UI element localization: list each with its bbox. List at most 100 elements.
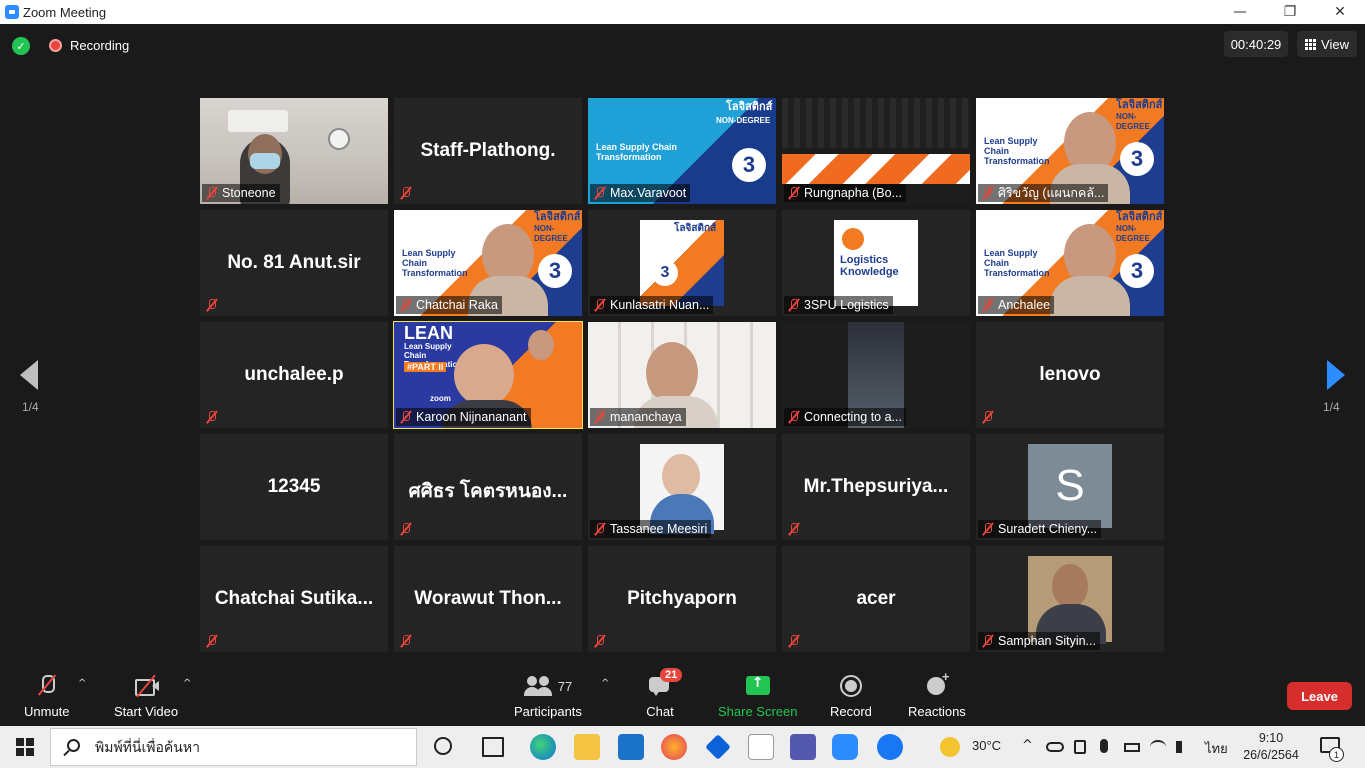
cortana-circle-icon[interactable]	[434, 737, 452, 755]
taskbar-search-input[interactable]	[95, 738, 395, 758]
meeting-timer: 00:40:29	[1224, 31, 1288, 57]
participant-tile[interactable]: Samphan Sityin...	[976, 546, 1164, 652]
teams-icon[interactable]	[790, 734, 816, 760]
muted-mic-icon	[206, 410, 218, 424]
dropbox-icon[interactable]	[705, 734, 731, 760]
window-title: Zoom Meeting	[23, 4, 107, 20]
muted-mic-icon	[400, 634, 412, 648]
participant-tile[interactable]: lenovo	[976, 322, 1164, 428]
participant-mute-status	[202, 632, 222, 650]
encryption-shield-icon[interactable]: ✓	[12, 37, 30, 55]
share-screen-button[interactable]: Share Screen	[718, 674, 798, 719]
participant-tile[interactable]: No. 81 Anut.sir	[200, 210, 388, 316]
participant-tile[interactable]: Worawut Thon...	[394, 546, 582, 652]
participant-tile[interactable]: Logistics Knowledge 3SPU Logistics	[782, 210, 970, 316]
participant-tile[interactable]: unchalee.p	[200, 322, 388, 428]
participant-display-name: ศศิธร โคตรหนอง...	[408, 481, 568, 502]
participant-mute-status	[784, 632, 804, 650]
muted-mic-icon	[400, 298, 412, 312]
input-language[interactable]: ไทย	[1205, 738, 1228, 759]
participants-button[interactable]: 77 Participants	[514, 674, 582, 719]
wifi-icon[interactable]	[1150, 740, 1166, 754]
file-explorer-icon[interactable]	[574, 734, 600, 760]
participant-tile[interactable]: Pitchyaporn	[588, 546, 776, 652]
muted-mic-icon	[594, 410, 606, 424]
participant-tile[interactable]: Mr.Thepsuriya...	[782, 434, 970, 540]
firefox-icon[interactable]	[661, 734, 687, 760]
maximize-button[interactable]: ❐	[1265, 0, 1315, 24]
participant-tile[interactable]: mananchaya	[588, 322, 776, 428]
participant-tile[interactable]: Connecting to a...	[782, 322, 970, 428]
participant-tile[interactable]: ศศิธร โคตรหนอง...	[394, 434, 582, 540]
record-icon	[837, 674, 865, 698]
participant-tile[interactable]: 12345	[200, 434, 388, 540]
search-icon	[67, 739, 80, 752]
tray-overflow-chevron-icon[interactable]: ^	[1022, 738, 1033, 753]
audio-options-caret[interactable]: ^	[78, 678, 86, 689]
edge-browser-icon[interactable]	[530, 734, 556, 760]
microphone-tray-icon[interactable]	[1100, 739, 1108, 753]
participants-count: 77	[557, 678, 573, 694]
participant-tile[interactable]: Stoneone	[200, 98, 388, 204]
participant-display-name: Pitchyaporn	[627, 588, 737, 609]
reactions-button[interactable]: Reactions	[908, 669, 966, 719]
windows-start-icon[interactable]	[16, 738, 34, 756]
muted-mic-icon	[788, 298, 800, 312]
amazon-icon[interactable]	[748, 734, 774, 760]
volume-icon[interactable]	[1176, 741, 1190, 753]
participant-tile[interactable]: โลจิสติกส์ 3 Kunlasatri Nuan...	[588, 210, 776, 316]
next-page-arrow-icon[interactable]	[1327, 360, 1345, 390]
muted-mic-icon	[594, 186, 606, 200]
facebook-icon[interactable]	[877, 734, 903, 760]
mail-icon[interactable]	[618, 734, 644, 760]
zoom-taskbar-icon[interactable]	[832, 734, 858, 760]
participant-display-name: No. 81 Anut.sir	[227, 252, 361, 273]
participant-tile[interactable]: S Suradett Chieny...	[976, 434, 1164, 540]
title-bar: Zoom Meeting — ❐ ✕	[0, 0, 1365, 24]
meet-now-icon[interactable]	[1074, 740, 1086, 754]
meeting-toolbar: Unmute ^ Start Video ^ 77 Participants ^…	[0, 668, 1365, 726]
view-button[interactable]: View	[1297, 31, 1357, 57]
participant-display-name: Staff-Plathong.	[420, 140, 556, 161]
share-screen-icon	[744, 674, 772, 698]
muted-mic-icon	[594, 298, 606, 312]
battery-icon[interactable]	[1124, 743, 1140, 752]
minimize-button[interactable]: —	[1215, 0, 1265, 24]
taskbar-clock[interactable]: 9:10 26/6/2564	[1237, 730, 1305, 764]
participant-tile[interactable]: Lean Supply Chain Transformation NON-DEGR…	[976, 210, 1164, 316]
record-button[interactable]: Record	[830, 674, 872, 719]
participant-tile[interactable]: Staff-Plathong.	[394, 98, 582, 204]
participant-tile[interactable]: Lean Supply Chain Transformation NON-DEGR…	[588, 98, 776, 204]
participant-tile[interactable]: Rungnapha (Bo...	[782, 98, 970, 204]
chat-button[interactable]: 21 Chat	[646, 668, 683, 719]
participant-mute-status	[396, 632, 416, 650]
unmute-label: Unmute	[24, 704, 70, 719]
participants-options-caret[interactable]: ^	[601, 678, 609, 689]
participant-tile[interactable]: LEANLean Supply Chain Transformation#PAR…	[393, 321, 583, 429]
onedrive-cloud-icon[interactable]	[1046, 742, 1064, 752]
view-label: View	[1321, 36, 1349, 52]
task-view-icon[interactable]	[482, 737, 504, 757]
participant-mute-status	[978, 408, 998, 426]
participant-mute-status	[396, 184, 416, 202]
unmute-button[interactable]: Unmute	[24, 674, 70, 719]
participant-tile[interactable]: acer	[782, 546, 970, 652]
participant-tile[interactable]: Lean Supply Chain Transformation NON-DEGR…	[976, 98, 1164, 204]
taskbar-search-box[interactable]	[50, 728, 417, 766]
weather-temperature[interactable]: 30°C	[972, 738, 1001, 753]
previous-page-arrow-icon[interactable]	[20, 360, 38, 390]
weather-moon-icon[interactable]	[940, 737, 960, 757]
participant-tile[interactable]: Tassanee Meesiri	[588, 434, 776, 540]
page-indicator-left: 1/4	[22, 400, 39, 414]
zoom-app-icon	[5, 5, 19, 19]
participant-tile[interactable]: Lean Supply Chain Transformation NON-DEGR…	[394, 210, 582, 316]
muted-mic-icon	[788, 522, 800, 536]
start-video-button[interactable]: Start Video	[114, 674, 178, 719]
participant-display-name: Mr.Thepsuriya...	[803, 476, 949, 497]
muted-mic-icon	[400, 522, 412, 536]
close-button[interactable]: ✕	[1315, 0, 1365, 24]
muted-mic-icon	[982, 298, 994, 312]
participant-tile[interactable]: Chatchai Sutika...	[200, 546, 388, 652]
leave-meeting-button[interactable]: Leave	[1287, 682, 1352, 710]
video-options-caret[interactable]: ^	[183, 678, 191, 689]
